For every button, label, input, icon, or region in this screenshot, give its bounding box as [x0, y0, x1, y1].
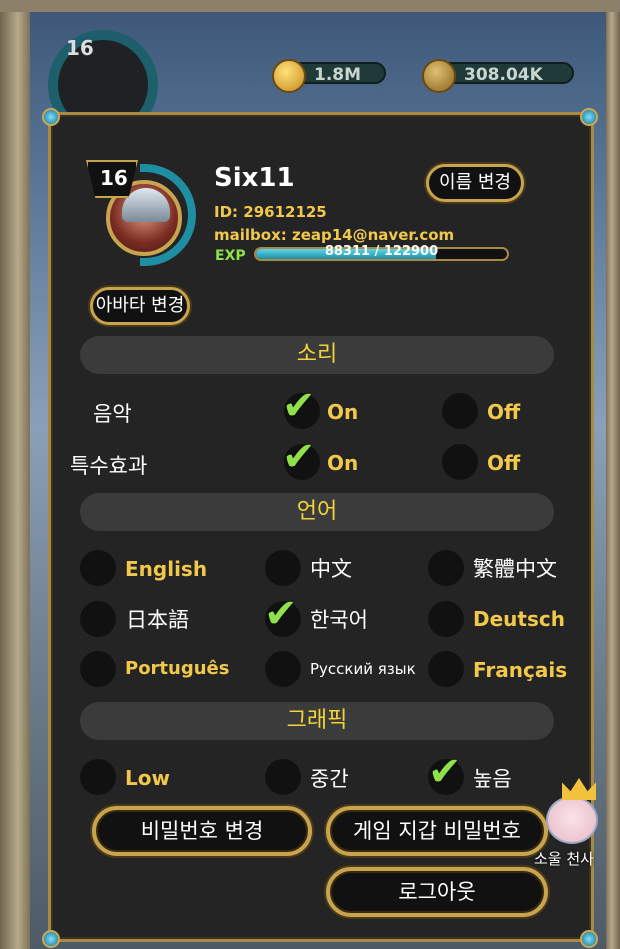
exp-value: 88311 / 122900 — [324, 244, 439, 259]
graphics-low-label: Low — [125, 766, 170, 790]
hud-power: 308.04K — [422, 59, 574, 93]
check-icon: ✔ — [282, 383, 316, 429]
angel-face-icon — [546, 796, 598, 844]
check-icon: ✔ — [282, 434, 316, 480]
language-section-header: 언어 — [80, 493, 554, 531]
effects-on-label: On — [327, 451, 359, 475]
lang-english-radio[interactable] — [80, 550, 116, 586]
lang-trad-chinese-label: 繁體中文 — [473, 557, 557, 581]
left-frame — [0, 0, 30, 949]
lang-russian-radio[interactable] — [265, 651, 301, 687]
lang-german-radio[interactable] — [428, 601, 464, 637]
graphics-low-radio[interactable] — [80, 759, 116, 795]
player-mailbox: mailbox: zeap14@naver.com — [214, 226, 455, 244]
lang-portuguese-label: Português — [125, 658, 230, 679]
lang-portuguese-radio[interactable] — [80, 651, 116, 687]
player-id: ID: 29612125 — [214, 203, 327, 221]
exp-label: EXP — [215, 248, 246, 264]
right-frame — [606, 0, 620, 949]
hud-power-value: 308.04K — [464, 65, 543, 85]
graphics-section-header: 그래픽 — [80, 702, 554, 740]
lang-french-radio[interactable] — [428, 651, 464, 687]
corner-gem-icon — [42, 930, 60, 948]
sound-section-header: 소리 — [80, 336, 554, 374]
hud-gold: 1.8M — [272, 59, 386, 93]
effects-off-label: Off — [487, 451, 521, 475]
graphics-medium-radio[interactable] — [265, 759, 301, 795]
corner-gem-icon — [580, 930, 598, 948]
power-icon — [422, 59, 456, 93]
music-off-label: Off — [487, 400, 521, 424]
hud-gold-value: 1.8M — [314, 65, 362, 85]
corner-gem-icon — [42, 108, 60, 126]
helper-name: 소울 천사 — [534, 850, 594, 868]
player-name: Six11 — [214, 163, 295, 193]
crown-icon — [562, 778, 596, 800]
lang-german-label: Deutsch — [473, 607, 565, 631]
hud-level: 16 — [66, 36, 94, 60]
change-password-button[interactable]: 비밀번호 변경 — [92, 806, 312, 856]
level-text: 16 — [100, 166, 128, 190]
music-off-radio[interactable] — [442, 393, 478, 429]
lang-chinese-label: 中文 — [310, 557, 352, 581]
change-avatar-button[interactable]: 아바타 변경 — [90, 287, 190, 325]
lang-french-label: Français — [473, 658, 568, 682]
lang-russian-label: Русский язык — [310, 660, 416, 678]
music-on-label: On — [327, 400, 359, 424]
top-frame — [0, 0, 620, 12]
soul-angel-helper[interactable] — [538, 778, 608, 848]
lang-korean-label: 한국어 — [310, 608, 368, 632]
check-icon: ✔ — [428, 749, 462, 795]
lang-japanese-radio[interactable] — [80, 601, 116, 637]
lang-english-label: English — [125, 557, 208, 581]
check-icon: ✔ — [264, 591, 298, 637]
music-label: 음악 — [93, 402, 132, 426]
lang-japanese-label: 日本語 — [126, 608, 189, 632]
rename-button[interactable]: 이름 변경 — [426, 164, 524, 202]
wallet-password-button[interactable]: 게임 지갑 비밀번호 — [326, 806, 548, 856]
lang-trad-chinese-radio[interactable] — [428, 550, 464, 586]
gold-coin-icon — [272, 59, 306, 93]
logout-button[interactable]: 로그아웃 — [326, 867, 548, 917]
corner-gem-icon — [580, 108, 598, 126]
graphics-medium-label: 중간 — [310, 767, 349, 791]
lang-chinese-radio[interactable] — [265, 550, 301, 586]
effects-label: 특수효과 — [70, 454, 148, 478]
graphics-high-label: 높음 — [473, 767, 512, 791]
effects-off-radio[interactable] — [442, 444, 478, 480]
